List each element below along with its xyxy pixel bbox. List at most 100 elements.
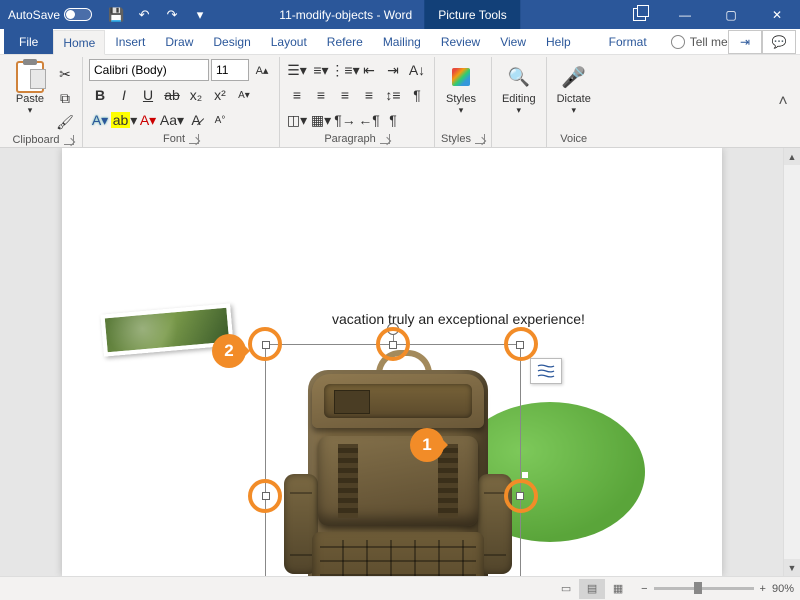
- zoom-out-button[interactable]: −: [641, 583, 647, 595]
- zoom-control: − + 90%: [641, 583, 794, 595]
- copy-icon[interactable]: ⧉: [54, 87, 76, 109]
- callout-ring: [504, 479, 538, 513]
- increase-indent-button[interactable]: ⇥: [382, 59, 404, 81]
- editing-button[interactable]: 🔍 Editing ▾: [498, 59, 540, 118]
- tab-file[interactable]: File: [4, 29, 53, 54]
- comments-button[interactable]: 💬: [762, 30, 796, 54]
- find-icon: 🔍: [503, 61, 535, 93]
- autosave-toggle[interactable]: AutoSave: [0, 8, 100, 22]
- tab-format[interactable]: Format: [599, 29, 657, 54]
- view-switcher: ▭ ▤ ▦: [553, 579, 631, 599]
- align-center-button[interactable]: ≡: [310, 84, 332, 106]
- phonetic-guide-button[interactable]: A°: [209, 109, 231, 131]
- qat-dropdown-icon[interactable]: ▾: [190, 5, 210, 25]
- ltr-button[interactable]: ¶→: [334, 109, 356, 131]
- grow-font-icon[interactable]: A▴: [251, 59, 273, 81]
- tell-me-search[interactable]: Tell me: [671, 35, 728, 49]
- minimize-button[interactable]: —: [662, 0, 708, 29]
- zoom-in-button[interactable]: +: [760, 583, 766, 595]
- ribbon-tabs: File Home Insert Draw Design Layout Refe…: [0, 29, 800, 55]
- styles-launcher[interactable]: [475, 134, 485, 144]
- multilevel-button[interactable]: ⋮≡▾: [334, 59, 356, 81]
- web-layout-icon[interactable]: ▦: [605, 579, 631, 599]
- underline-button[interactable]: U: [137, 84, 159, 106]
- callout-ring: [376, 327, 410, 361]
- autosave-label: AutoSave: [8, 8, 60, 22]
- shrink-font-icon[interactable]: A▾: [233, 84, 255, 106]
- borders-button[interactable]: ▦▾: [310, 109, 332, 131]
- tab-mailings[interactable]: Mailing: [373, 29, 431, 54]
- document-title: 11-modify-objects - Word: [279, 8, 412, 22]
- line-spacing-button[interactable]: ↕≡: [382, 84, 404, 106]
- paragraph-mark-button[interactable]: ¶: [382, 109, 404, 131]
- font-color-button[interactable]: A▾: [137, 109, 159, 131]
- paragraph-launcher[interactable]: [380, 134, 390, 144]
- show-marks-button[interactable]: ¶: [406, 84, 428, 106]
- decrease-indent-button[interactable]: ⇤: [358, 59, 380, 81]
- tab-design[interactable]: Design: [203, 29, 260, 54]
- collapse-ribbon-icon[interactable]: ˄: [770, 57, 796, 147]
- clear-format-button[interactable]: A̷: [185, 109, 207, 131]
- bullets-button[interactable]: ☰▾: [286, 59, 308, 81]
- read-mode-icon[interactable]: ▭: [553, 579, 579, 599]
- styles-button[interactable]: Styles ▾: [441, 59, 481, 118]
- undo-icon[interactable]: ↶: [134, 5, 154, 25]
- change-case-button[interactable]: Aa▾: [161, 109, 183, 131]
- strike-button[interactable]: ab: [161, 84, 183, 106]
- cut-icon[interactable]: ✂: [54, 63, 76, 85]
- zoom-percent[interactable]: 90%: [772, 583, 794, 595]
- vertical-scrollbar[interactable]: ▲ ▼: [783, 148, 800, 576]
- contextual-tab-label: Picture Tools: [424, 0, 520, 29]
- close-button[interactable]: ✕: [754, 0, 800, 29]
- tab-references[interactable]: Refere: [317, 29, 373, 54]
- numbering-button[interactable]: ≡▾: [310, 59, 332, 81]
- tab-view[interactable]: View: [490, 29, 536, 54]
- maximize-button[interactable]: ▢: [708, 0, 754, 29]
- group-voice: 🎤 Dictate ▾ Voice: [547, 57, 601, 147]
- format-painter-icon[interactable]: 🖌: [54, 111, 76, 133]
- callout-ring: [504, 327, 538, 361]
- sort-button[interactable]: A↓: [406, 59, 428, 81]
- layout-options-button[interactable]: [530, 358, 562, 384]
- font-family-combo[interactable]: [89, 59, 209, 81]
- ribbon-display-options-icon[interactable]: [616, 0, 662, 29]
- rtl-button[interactable]: ←¶: [358, 109, 380, 131]
- tab-draw[interactable]: Draw: [155, 29, 203, 54]
- font-group-label: Font: [163, 133, 185, 145]
- redo-icon[interactable]: ↷: [162, 5, 182, 25]
- status-bar: ▭ ▤ ▦ − + 90%: [0, 576, 800, 600]
- document-area: vacation truly an exceptional experience…: [0, 148, 800, 576]
- subscript-button[interactable]: x₂: [185, 84, 207, 106]
- shading-button[interactable]: ◫▾: [286, 109, 308, 131]
- highlight-button[interactable]: ab▾: [113, 109, 135, 131]
- paste-label: Paste: [16, 93, 44, 105]
- clipboard-launcher[interactable]: [64, 135, 74, 145]
- font-size-combo[interactable]: [211, 59, 249, 81]
- styles-group-label: Styles: [441, 133, 471, 145]
- scroll-up-icon[interactable]: ▲: [784, 148, 800, 165]
- group-editing: 🔍 Editing ▾ .: [492, 57, 547, 147]
- share-button[interactable]: ⇥: [728, 30, 762, 54]
- tab-review[interactable]: Review: [431, 29, 490, 54]
- font-launcher[interactable]: [189, 134, 199, 144]
- bold-button[interactable]: B: [89, 84, 111, 106]
- zoom-slider[interactable]: [654, 587, 754, 590]
- tab-layout[interactable]: Layout: [261, 29, 317, 54]
- save-icon[interactable]: 💾: [106, 5, 126, 25]
- align-left-button[interactable]: ≡: [286, 84, 308, 106]
- microphone-icon: 🎤: [558, 61, 590, 93]
- tab-insert[interactable]: Insert: [105, 29, 155, 54]
- paste-button[interactable]: Paste ▾: [10, 59, 50, 118]
- tab-home[interactable]: Home: [53, 30, 105, 55]
- justify-button[interactable]: ≡: [358, 84, 380, 106]
- scroll-down-icon[interactable]: ▼: [784, 559, 800, 576]
- print-layout-icon[interactable]: ▤: [579, 579, 605, 599]
- voice-group-label: Voice: [560, 133, 587, 145]
- align-right-button[interactable]: ≡: [334, 84, 356, 106]
- superscript-button[interactable]: x²: [209, 84, 231, 106]
- italic-button[interactable]: I: [113, 84, 135, 106]
- dictate-button[interactable]: 🎤 Dictate ▾: [553, 59, 595, 118]
- tab-help[interactable]: Help: [536, 29, 581, 54]
- group-font: A▴ B I U ab x₂ x² A▾ A▾ ab▾ A▾ Aa▾ A̷ A°…: [83, 57, 280, 147]
- text-effects-button[interactable]: A▾: [89, 109, 111, 131]
